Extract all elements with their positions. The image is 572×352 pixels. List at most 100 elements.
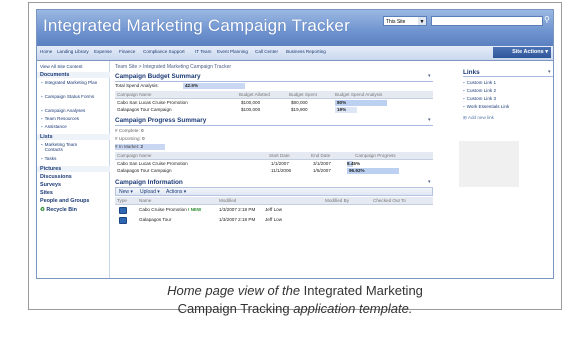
nav-item-team-resources[interactable]: Team Resources — [41, 116, 79, 121]
topnav-item-home[interactable]: Home — [40, 49, 52, 54]
modified-by[interactable]: Jeff Low — [265, 217, 282, 222]
nav-heading-pictures[interactable]: Pictures — [37, 166, 110, 172]
campaign-name[interactable]: Cabo San Lucas Cruise Promotion — [117, 161, 188, 166]
progress-summary-title[interactable]: Campaign Progress Summary — [115, 117, 206, 124]
new-label: New — [119, 189, 130, 195]
nav-item-marketing-team-contacts[interactable]: Marketing Team Contacts — [41, 142, 95, 152]
webpart-menu-icon[interactable]: ▾ — [428, 73, 431, 79]
nav-item-campaign-analyses[interactable]: Campaign Analyses — [41, 108, 86, 113]
budget-spent: $80,000 — [291, 100, 308, 105]
search-scope-dropdown[interactable]: This Site ▼ — [383, 16, 427, 26]
modified-by[interactable]: Jeff Low — [265, 207, 282, 212]
document-icon[interactable] — [119, 207, 127, 214]
stat-label: # In Market: — [115, 144, 140, 149]
topnav-item-expense[interactable]: Expense — [94, 49, 112, 54]
topnav-item-compliance-support[interactable]: Compliance Support — [143, 49, 185, 54]
search-input[interactable] — [431, 16, 543, 26]
topnav-item-it-team[interactable]: IT Team — [195, 49, 211, 54]
column-header[interactable]: Modified — [219, 198, 236, 203]
recycle-bin-icon: ♻ — [40, 207, 45, 213]
nav-heading-discussions[interactable]: Discussions — [40, 174, 72, 180]
topnav-item-call-center[interactable]: Call Center — [255, 49, 278, 54]
new-badge: ! NEW — [188, 207, 202, 212]
topnav-item-landing-library[interactable]: Landing Library — [57, 49, 89, 54]
column-header[interactable]: Start Date — [269, 153, 290, 158]
budget-analysis: 19% — [337, 107, 347, 112]
document-name[interactable]: Galapagos Tour — [139, 217, 171, 222]
column-header[interactable]: Name — [139, 198, 151, 203]
campaign-name[interactable]: Cabo San Lucas Cruise Promotion — [117, 100, 188, 105]
stat-upcoming: # Upcoming: 0 — [115, 136, 145, 141]
add-icon: ⊞ — [463, 115, 467, 120]
caption-line2-suffix: application template. — [293, 301, 413, 316]
nav-item-campaign-status-forms[interactable]: Campaign Status Forms — [41, 94, 99, 99]
webpart-menu-icon[interactable]: ▾ — [428, 179, 431, 185]
link-item[interactable]: Custom Link 3 — [463, 96, 496, 101]
document-icon[interactable] — [119, 217, 127, 224]
stat-value: 0 — [142, 136, 145, 141]
divider — [463, 76, 553, 77]
topnav-item-finance[interactable]: Finance — [119, 49, 135, 54]
stat-label: # Upcoming: — [115, 136, 141, 141]
start-date: 11/1/2006 — [271, 168, 292, 173]
nav-heading-people-and-groups[interactable]: People and Groups — [40, 198, 89, 204]
topnav-item-event-planning[interactable]: Event Planning — [217, 49, 248, 54]
add-new-link[interactable]: ⊞ Add new link — [463, 115, 494, 121]
main-content: Team Site > Integrated Marketing Campaig… — [111, 61, 553, 278]
view-all-site-content-link[interactable]: View All Site Content — [40, 64, 83, 69]
link-item[interactable]: Work Essentials Link — [463, 104, 510, 109]
upload-button[interactable]: Upload ▾ — [140, 189, 160, 195]
stat-value: 0 — [141, 128, 144, 133]
nav-heading-documents[interactable]: Documents — [37, 72, 110, 78]
topnav-item-business-reporting[interactable]: Business Reporting — [286, 49, 326, 54]
column-header[interactable]: Campaign Progress — [355, 153, 396, 158]
actions-button[interactable]: Actions ▾ — [166, 189, 186, 195]
stat-complete: # Complete: 0 — [115, 128, 144, 133]
add-new-link-label: Add new link — [467, 115, 494, 120]
column-header[interactable]: Checked Out To — [373, 198, 406, 203]
stat-label: # Complete: — [115, 128, 140, 133]
search-icon[interactable]: ⚲ — [544, 15, 550, 24]
column-header[interactable]: Campaign Name — [117, 153, 151, 158]
nav-heading-lists[interactable]: Lists — [37, 134, 110, 140]
campaign-name[interactable]: Galapagos Tour Campaign — [117, 107, 172, 112]
site-actions-label: Site Actions — [512, 49, 544, 55]
site-actions-button[interactable]: Site Actions ▾ — [493, 47, 551, 58]
nav-item-tasks[interactable]: Tasks — [41, 156, 57, 161]
nav-heading-surveys[interactable]: Surveys — [40, 182, 61, 188]
budget-summary-title[interactable]: Campaign Budget Summary — [115, 73, 201, 80]
column-header[interactable]: Budget Allotted — [239, 92, 270, 97]
nav-item-label: Integrated Marketing Plan — [44, 80, 98, 85]
webpart-menu-icon[interactable]: ▾ — [548, 69, 551, 75]
column-header[interactable]: Campaign Name — [117, 92, 151, 97]
column-header[interactable]: End Date — [311, 153, 330, 158]
chevron-down-icon: ▼ — [418, 17, 426, 25]
top-navigation: Home Landing Library Expense Finance Com… — [37, 46, 553, 61]
column-header[interactable]: Modified By — [325, 198, 349, 203]
campaign-name[interactable]: Galapagos Tour Campaign — [117, 168, 172, 173]
caption-line2-name: Campaign Tracking — [177, 301, 290, 316]
budget-allotted: $100,000 — [241, 107, 261, 112]
column-header[interactable]: Budget Spent — [289, 92, 317, 97]
nav-item-integrated-marketing-plan[interactable]: Integrated Marketing Plan — [41, 80, 99, 85]
recycle-bin-link[interactable]: ♻ Recycle Bin — [40, 207, 77, 213]
site-title[interactable]: Integrated Marketing Campaign Tracker — [43, 16, 350, 36]
campaign-progress: 8.45% — [347, 161, 361, 166]
column-header[interactable]: Budget Spend Analysis — [335, 92, 382, 97]
link-item[interactable]: Custom Link 1 — [463, 80, 496, 85]
divider — [115, 81, 433, 82]
new-button[interactable]: New ▾ — [119, 189, 133, 195]
sharepoint-screenshot: Integrated Marketing Campaign Tracker Th… — [36, 9, 554, 279]
links-title[interactable]: Links — [463, 69, 480, 76]
progress-table-header: Campaign Name Start Date End Date Campai… — [115, 152, 433, 160]
document-name[interactable]: Cabo Cruise Promotion ! NEW — [139, 207, 201, 212]
breadcrumb[interactable]: Team Site > Integrated Marketing Campaig… — [115, 64, 231, 70]
column-header[interactable]: Type — [117, 198, 127, 203]
campaign-information-title[interactable]: Campaign Information — [115, 179, 183, 186]
link-item[interactable]: Custom Link 2 — [463, 88, 496, 93]
budget-spent: $19,900 — [291, 107, 308, 112]
divider — [115, 125, 433, 126]
nav-item-assistance[interactable]: Assistance — [41, 124, 67, 129]
nav-heading-sites[interactable]: Sites — [40, 190, 53, 196]
webpart-menu-icon[interactable]: ▾ — [428, 117, 431, 123]
